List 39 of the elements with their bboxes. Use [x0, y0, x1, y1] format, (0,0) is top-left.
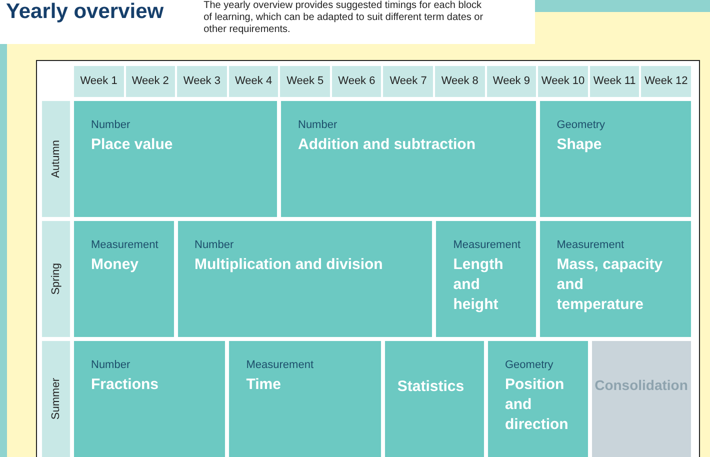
- block-category: Number: [298, 118, 338, 132]
- week-header: Week 10: [538, 66, 588, 97]
- week-header: Week 4: [228, 66, 278, 97]
- block-title: Length and height: [453, 255, 504, 315]
- block-title: Shape: [556, 135, 603, 155]
- week-header: Week 9: [486, 66, 536, 97]
- week-header: Week 8: [435, 66, 485, 97]
- term-label: Spring: [42, 221, 70, 337]
- block-title: Addition and subtraction: [298, 135, 476, 155]
- block-category: Measurement: [556, 238, 624, 252]
- week-header: Week 2: [126, 66, 176, 97]
- week-header: Week 11: [590, 66, 640, 97]
- week-header: Week 5: [280, 66, 330, 97]
- block-category: Measurement: [453, 238, 521, 252]
- block-title: Position and direction: [505, 375, 570, 435]
- block-title: Fractions: [91, 375, 160, 395]
- term-label: Summer: [42, 341, 70, 457]
- week-header: Week 6: [332, 66, 382, 97]
- block-title: Place value: [91, 135, 174, 155]
- block-title: Statistics: [397, 377, 466, 397]
- term-label: Autumn: [42, 101, 70, 217]
- week-header: Week 12: [641, 66, 691, 97]
- week-header: Week 1: [74, 66, 124, 97]
- block-category: Number: [91, 118, 130, 132]
- block-title: Time: [246, 375, 282, 395]
- block-category: Geometry: [505, 358, 554, 372]
- block-category: Measurement: [91, 238, 158, 252]
- week-header: Week 3: [177, 66, 227, 97]
- block-category: Geometry: [556, 118, 606, 132]
- block-category: Number: [194, 238, 234, 252]
- block-title: Money: [91, 255, 140, 275]
- block-category: Measurement: [246, 358, 314, 372]
- block-title: Multiplication and division: [194, 255, 384, 275]
- intro-text: The yearly overview provides suggested timings for each block of learning, which can be adapted to suit different term dates or other requirements.: [204, 0, 484, 36]
- block-title: Consolidation: [594, 376, 688, 395]
- block-title: Mass, capacity and temperature: [556, 255, 664, 315]
- block-category: Number: [91, 358, 130, 372]
- week-header: Week 7: [383, 66, 434, 97]
- page-title: Yearly overview: [6, 0, 164, 24]
